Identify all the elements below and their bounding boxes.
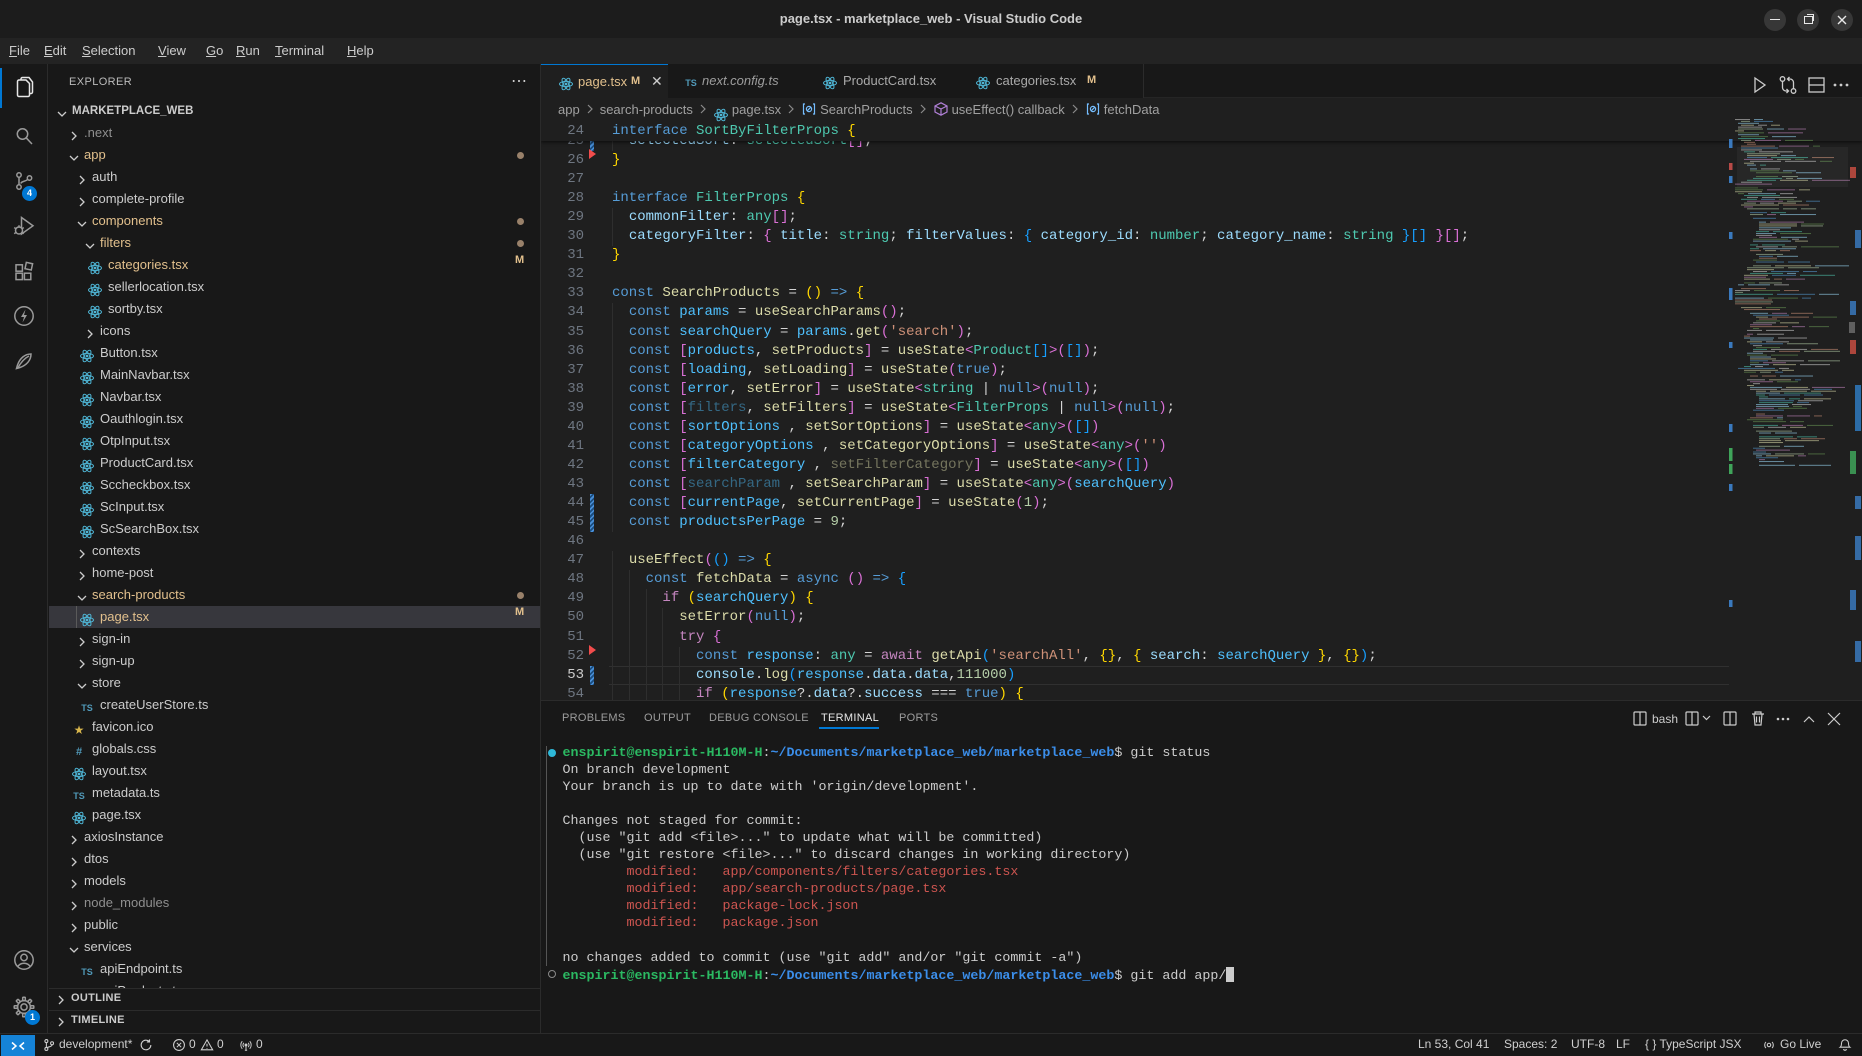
svg-text:bash: bash <box>1652 712 1678 726</box>
